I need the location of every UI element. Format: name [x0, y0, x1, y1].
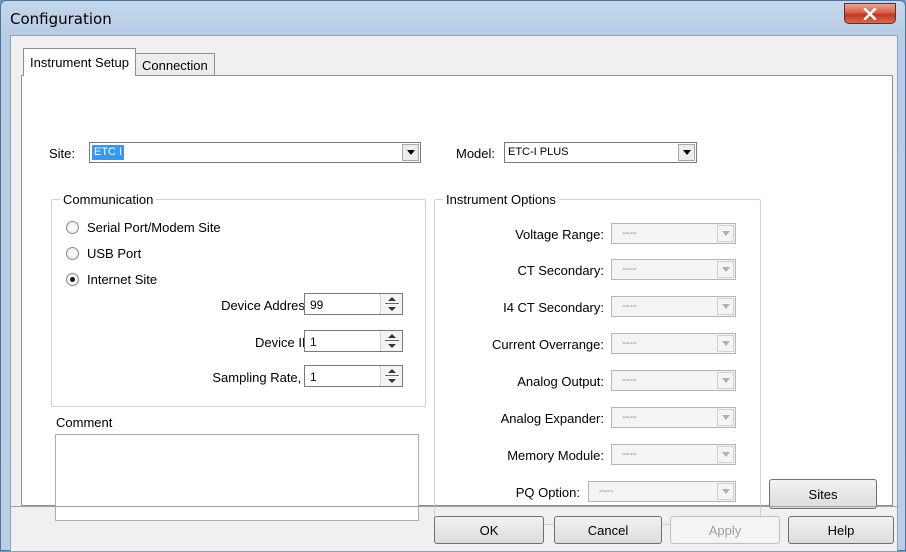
i4-ct-secondary-value: ----: [622, 300, 637, 312]
dropdown-button[interactable]: [717, 372, 734, 389]
radio-internet-site[interactable]: Internet Site: [66, 272, 157, 287]
radio-serial-port[interactable]: Serial Port/Modem Site: [66, 220, 221, 235]
instrument-options-title: Instrument Options: [443, 192, 559, 207]
device-address-stepper[interactable]: 99: [304, 293, 403, 315]
spin-up-icon: [388, 334, 396, 338]
device-address-value: 99: [310, 298, 324, 312]
ok-button[interactable]: OK: [434, 516, 544, 544]
voltage-range-select[interactable]: ----: [611, 223, 736, 244]
site-value: ETC I: [92, 145, 125, 160]
ct-secondary-select[interactable]: ----: [611, 259, 736, 280]
button-bar-separator: [11, 506, 897, 507]
configuration-window: Configuration Instrument Setup Connectio…: [0, 0, 906, 552]
instrument-options-group: Instrument Options Voltage Range: ---- C…: [434, 192, 761, 525]
chevron-down-icon: [721, 231, 730, 236]
instrument-setup-page: Site: ETC I Model: ETC-I PLUS Communicat…: [21, 75, 893, 525]
sites-button[interactable]: Sites: [769, 479, 877, 509]
chevron-down-icon: [721, 341, 730, 346]
current-overrange-label: Current Overrange:: [492, 337, 604, 352]
model-label: Model:: [456, 146, 496, 161]
spin-buttons[interactable]: [380, 294, 402, 314]
voltage-range-label: Voltage Range:: [515, 227, 604, 242]
device-id-stepper[interactable]: 1: [304, 330, 403, 352]
communication-title: Communication: [60, 192, 157, 207]
radio-indicator: [66, 247, 79, 260]
chevron-down-icon: [721, 452, 730, 457]
spin-buttons[interactable]: [380, 331, 402, 351]
pq-option-value: ----: [599, 485, 614, 497]
comment-label: Comment: [56, 415, 113, 430]
analog-output-value: ----: [622, 374, 637, 386]
sampling-rate-stepper[interactable]: 1: [304, 365, 403, 387]
i4-ct-secondary-label: I4 CT Secondary:: [503, 300, 604, 315]
analog-output-label: Analog Output:: [517, 374, 604, 389]
dropdown-button[interactable]: [717, 298, 734, 315]
current-overrange-select[interactable]: ----: [611, 333, 736, 354]
chevron-down-icon: [721, 267, 730, 272]
chevron-down-icon: [682, 150, 691, 155]
tab-connection[interactable]: Connection: [135, 53, 215, 76]
pq-option-label: PQ Option:: [515, 485, 580, 500]
spin-up-icon: [388, 369, 396, 373]
current-overrange-value: ----: [622, 337, 637, 349]
help-button[interactable]: Help: [788, 516, 894, 544]
analog-expander-value: ----: [622, 411, 637, 423]
radio-usb-port[interactable]: USB Port: [66, 246, 141, 261]
radio-label: Serial Port/Modem Site: [87, 220, 221, 235]
tab-bar: Instrument Setup Connection: [23, 48, 215, 76]
spin-down-icon: [388, 344, 396, 348]
window-title: Configuration: [10, 10, 112, 28]
chevron-down-icon: [406, 150, 415, 155]
radio-indicator: [66, 221, 79, 234]
dropdown-button[interactable]: [717, 446, 734, 463]
radio-label: USB Port: [87, 246, 142, 261]
tab-instrument-setup[interactable]: Instrument Setup: [23, 48, 136, 76]
chevron-down-icon: [721, 415, 730, 420]
sampling-rate-value: 1: [310, 370, 317, 384]
apply-button[interactable]: Apply: [670, 516, 780, 544]
model-select[interactable]: ETC-I PLUS: [504, 142, 697, 163]
site-select[interactable]: ETC I: [89, 142, 421, 163]
analog-expander-select[interactable]: ----: [611, 407, 736, 428]
analog-output-select[interactable]: ----: [611, 370, 736, 391]
spin-buttons[interactable]: [380, 366, 402, 386]
radio-indicator: [66, 273, 79, 286]
memory-module-value: ----: [622, 448, 637, 460]
model-value: ETC-I PLUS: [508, 146, 569, 158]
voltage-range-value: ----: [622, 227, 637, 239]
i4-ct-secondary-select[interactable]: ----: [611, 296, 736, 317]
chevron-down-icon: [721, 489, 730, 494]
dropdown-button[interactable]: [717, 261, 734, 278]
dropdown-button[interactable]: [717, 225, 734, 242]
pq-option-select[interactable]: ----: [588, 481, 736, 502]
ct-secondary-label: CT Secondary:: [517, 263, 604, 278]
model-dropdown-button[interactable]: [678, 144, 695, 161]
spin-down-icon: [388, 307, 396, 311]
site-label: Site:: [49, 146, 76, 161]
chevron-down-icon: [721, 378, 730, 383]
comment-textarea[interactable]: [55, 434, 419, 521]
ct-secondary-value: ----: [622, 263, 637, 275]
memory-module-label: Memory Module:: [507, 448, 604, 463]
analog-expander-label: Analog Expander:: [500, 411, 604, 426]
cancel-button[interactable]: Cancel: [554, 516, 662, 544]
dropdown-button[interactable]: [717, 335, 734, 352]
close-button[interactable]: [844, 3, 896, 24]
dialog-client-area: Instrument Setup Connection Site: ETC I …: [10, 35, 898, 552]
device-id-value: 1: [310, 335, 317, 349]
spin-down-icon: [388, 379, 396, 383]
title-bar[interactable]: Configuration: [1, 1, 905, 35]
close-icon: [863, 7, 877, 20]
radio-label: Internet Site: [87, 272, 158, 287]
sampling-rate-label: Sampling Rate, s:: [212, 370, 315, 385]
dropdown-button[interactable]: [717, 409, 734, 426]
dropdown-button[interactable]: [717, 483, 734, 500]
site-dropdown-button[interactable]: [402, 144, 419, 161]
spin-up-icon: [388, 297, 396, 301]
communication-group: Communication Serial Port/Modem Site USB…: [51, 192, 426, 407]
device-address-label: Device Address:: [221, 298, 315, 313]
chevron-down-icon: [721, 304, 730, 309]
memory-module-select[interactable]: ----: [611, 444, 736, 465]
